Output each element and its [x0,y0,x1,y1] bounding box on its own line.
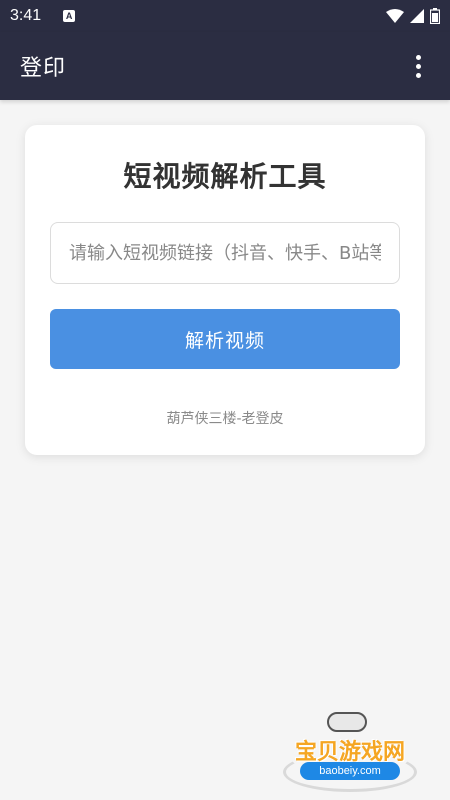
app-bar: 登印 [0,32,450,100]
status-icons [386,8,440,24]
watermark-logo: 宝贝游戏网 baobeiy.com [275,712,425,792]
parse-video-button[interactable]: 解析视频 [50,309,400,369]
watermark-url: baobeiy.com [300,762,400,780]
footer-credit: 葫芦侠三楼-老登皮 [166,411,284,427]
parser-card: 短视频解析工具 解析视频 葫芦侠三楼-老登皮 [25,125,425,455]
app-title: 登印 [20,56,67,81]
signal-icon [410,9,424,23]
page-title: 短视频解析工具 [123,160,327,193]
more-vert-icon[interactable] [406,46,430,86]
status-time: 3:41 [10,7,42,24]
gamepad-icon [327,712,367,732]
status-bar: 3:41 A [0,0,450,32]
video-url-input[interactable] [50,222,400,284]
wifi-icon [386,9,404,23]
battery-icon [430,8,440,24]
a-icon: A [63,10,76,22]
